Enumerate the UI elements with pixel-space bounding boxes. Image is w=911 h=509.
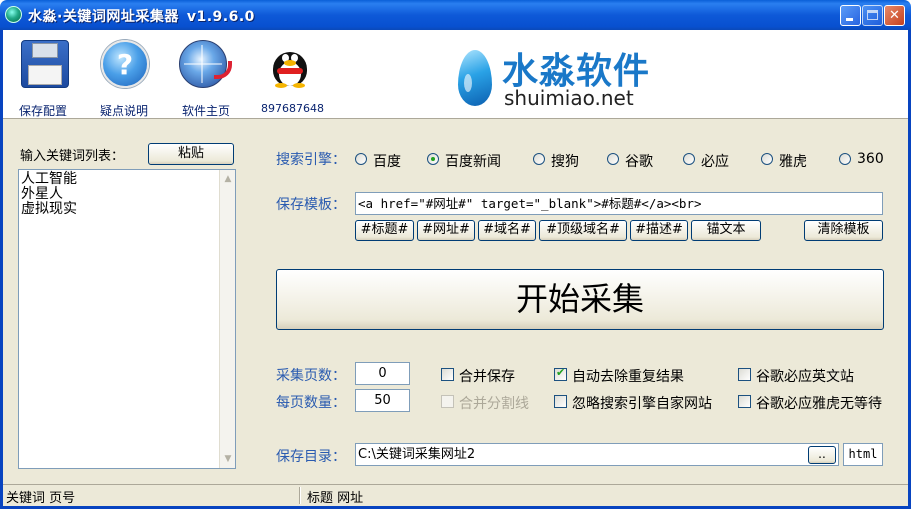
template-label: 保存模板： — [276, 197, 346, 213]
pages-input[interactable]: 0 — [355, 362, 410, 385]
globe-icon — [179, 40, 232, 88]
window-title: 水淼·关键词网址采集器 v1.9.6.0 — [28, 6, 255, 26]
checkbox-icon — [738, 368, 751, 381]
keyword-line: 外星人 — [21, 186, 63, 202]
engine-option-label: 搜狗 — [551, 154, 579, 170]
homepage-label: 软件主页 — [182, 104, 231, 118]
status-bar: 关键词 页号 标题 网址 — [3, 484, 908, 506]
per-page-input[interactable]: 50 — [355, 389, 410, 412]
engine-option-label: 百度新闻 — [445, 154, 501, 170]
ignore-own-sites-label: 忽略搜索引擎自家网站 — [572, 396, 712, 412]
checkbox-icon — [441, 395, 454, 408]
radio-icon — [533, 153, 545, 165]
pages-label: 采集页数： — [276, 368, 346, 384]
engine-option-label: 雅虎 — [779, 154, 807, 170]
radio-icon — [761, 153, 773, 165]
per-page-label: 每页数量： — [276, 395, 346, 411]
app-icon — [5, 6, 22, 23]
keywords-textarea[interactable]: 人工智能 外星人 虚拟现实 ▲ ▼ — [18, 169, 236, 469]
insert-url-tag-button[interactable]: #网址# — [417, 220, 475, 241]
insert-title-tag-button[interactable]: #标题# — [355, 220, 414, 241]
engine-option-label: 谷歌 — [625, 154, 653, 170]
checkbox-icon — [738, 395, 751, 408]
scroll-up-icon[interactable]: ▲ — [221, 171, 235, 187]
start-collect-button[interactable]: 开始采集 — [276, 269, 884, 330]
insert-top-domain-tag-button[interactable]: #顶级域名# — [539, 220, 627, 241]
status-keyword-page: 关键词 页号 — [6, 491, 76, 506]
qq-label: 897687648 — [261, 102, 324, 115]
file-extension-input[interactable]: html — [843, 443, 883, 466]
scroll-down-icon[interactable]: ▼ — [221, 451, 235, 467]
radio-icon — [839, 153, 851, 165]
close-button[interactable]: ✕ — [884, 5, 905, 26]
qq-button[interactable]: 897687648 — [3, 34, 324, 116]
insert-description-tag-button[interactable]: #描述# — [630, 220, 688, 241]
english-sites-label: 谷歌必应英文站 — [756, 369, 854, 385]
browse-folder-button[interactable]: .. — [808, 446, 836, 464]
maximize-icon — [867, 10, 878, 20]
radio-selected-icon — [427, 153, 439, 165]
keyword-line: 人工智能 — [21, 171, 77, 187]
help-label: 疑点说明 — [100, 104, 149, 118]
status-title-url: 标题 网址 — [307, 491, 364, 506]
qq-penguin-icon — [267, 40, 315, 88]
status-separator — [299, 487, 301, 504]
no-wait-label: 谷歌必应雅虎无等待 — [756, 396, 882, 412]
merge-save-label: 合并保存 — [459, 369, 515, 385]
minimize-icon — [846, 18, 853, 21]
engine-option-label: 360 — [857, 151, 884, 167]
keywords-scrollbar[interactable]: ▲ ▼ — [219, 170, 235, 468]
save-dir-label: 保存目录： — [276, 449, 346, 465]
engine-option-label: 百度 — [373, 154, 401, 170]
checkbox-checked-icon — [554, 366, 567, 381]
help-icon: ? — [101, 40, 149, 88]
main-panel: 输入关键词列表： 粘贴 人工智能 外星人 虚拟现实 ▲ ▼ 搜索引擎： 百度 百… — [3, 118, 908, 484]
checkbox-icon — [441, 368, 454, 381]
template-input[interactable]: <a href="#网址#" target="_blank">#标题#</a><… — [355, 192, 883, 215]
clear-template-button[interactable]: 清除模板 — [804, 220, 883, 241]
radio-icon — [607, 153, 619, 165]
brand-logo: 水淼软件 shuimiao.net — [450, 40, 670, 116]
insert-domain-tag-button[interactable]: #域名# — [478, 220, 536, 241]
search-engine-label: 搜索引擎： — [276, 152, 346, 168]
keywords-list: 人工智能 外星人 虚拟现实 — [21, 172, 77, 217]
merge-divider-label: 合并分割线 — [459, 396, 529, 412]
dedupe-label: 自动去除重复结果 — [572, 369, 684, 385]
keyword-line: 虚拟现实 — [21, 201, 77, 217]
close-icon: ✕ — [889, 8, 900, 23]
title-bar[interactable]: 水淼·关键词网址采集器 v1.9.6.0 ✕ — [0, 0, 911, 30]
window-title-text: 水淼·关键词网址采集器 — [28, 9, 179, 25]
engine-option-label: 必应 — [701, 154, 729, 170]
save-dir-input[interactable]: C:\关键词采集网址2 — [355, 443, 839, 466]
anchor-text-button[interactable]: 锚文本 — [691, 220, 761, 241]
maximize-button[interactable] — [862, 5, 883, 26]
radio-icon — [355, 153, 367, 165]
water-drop-icon — [458, 50, 492, 106]
minimize-button[interactable] — [840, 5, 861, 26]
toolbar: 保存配置 ? 疑点说明 软件主页 897687648 水淼软件 shuimiao… — [3, 30, 908, 118]
brand-domain: shuimiao.net — [504, 86, 634, 110]
radio-icon — [683, 153, 695, 165]
checkbox-icon — [554, 395, 567, 408]
paste-button[interactable]: 粘贴 — [148, 143, 234, 165]
window-version: v1.9.6.0 — [186, 9, 255, 25]
keywords-label: 输入关键词列表： — [20, 149, 125, 164]
